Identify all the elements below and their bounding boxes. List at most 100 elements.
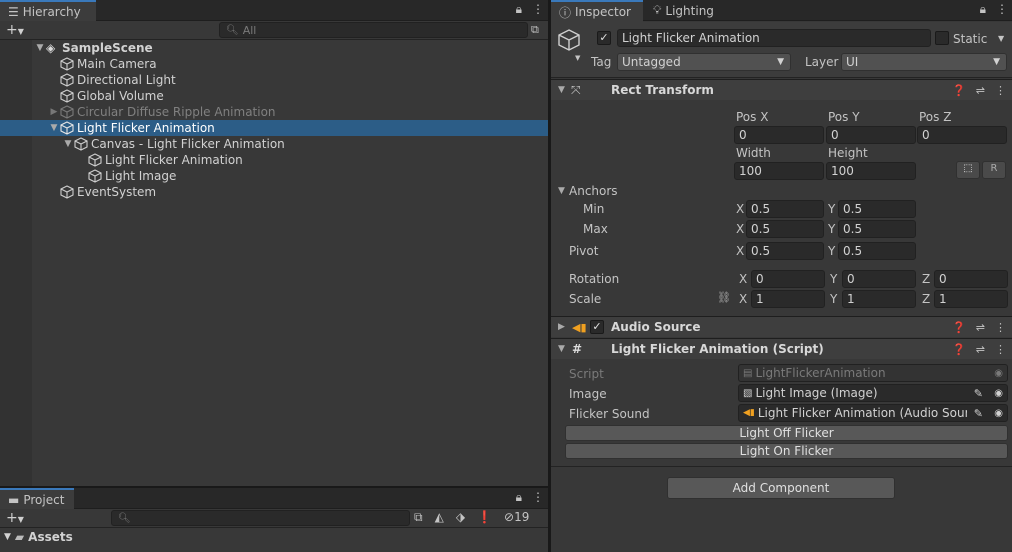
active-checkbox[interactable]: ✓	[597, 31, 611, 45]
light-on-flicker-button[interactable]: Light On Flicker	[565, 443, 1008, 459]
rotation-z-input[interactable]: 0	[934, 270, 1008, 288]
scene-search-icon[interactable]: ⧉	[531, 23, 539, 37]
y-axis-label: Y	[828, 222, 836, 236]
layer-dropdown[interactable]: UI ▼	[841, 53, 1007, 71]
tab-hierarchy[interactable]: ☰ Hierarchy	[0, 0, 96, 22]
rotation-y-input[interactable]: 0	[842, 270, 916, 288]
scale-y-input[interactable]: 1	[842, 290, 916, 308]
script-component-header[interactable]: ▼ # Light Flicker Animation (Script) ❓ ⇌…	[551, 338, 1012, 359]
hierarchy-item[interactable]: Directional Light	[0, 72, 548, 88]
object-picker-icon[interactable]: ◉	[994, 388, 1003, 399]
lock-icon[interactable]: 🔒︎	[516, 2, 522, 17]
tab-lighting[interactable]: 💡︎ Lighting	[645, 0, 722, 21]
width-input[interactable]: 100	[734, 162, 824, 180]
gameobject-large-icon[interactable]	[557, 28, 581, 52]
panel-splitter[interactable]	[548, 0, 551, 552]
preset-icon[interactable]: ⇌	[976, 84, 985, 97]
hierarchy-item[interactable]: Light Flicker Animation	[0, 152, 548, 168]
expand-arrow-icon[interactable]: ▼	[4, 532, 11, 542]
scale-z-input[interactable]: 1	[934, 290, 1008, 308]
pos-z-input[interactable]: 0	[917, 126, 1007, 144]
static-checkbox[interactable]	[935, 31, 949, 45]
scale-x-input[interactable]: 1	[751, 290, 825, 308]
hierarchy-item[interactable]: ▶ Circular Diffuse Ripple Animation	[0, 104, 548, 120]
add-icon[interactable]: +▼	[6, 22, 24, 38]
hierarchy-item[interactable]: Global Volume	[0, 88, 548, 104]
folder-icon: ▬	[8, 493, 20, 507]
hierarchy-item-selected[interactable]: ▼ Light Flicker Animation	[0, 120, 548, 136]
expand-arrow-icon[interactable]: ▼	[558, 186, 565, 196]
anchor-max-x-input[interactable]: 0.5	[746, 220, 824, 238]
help-icon[interactable]: ❓	[952, 343, 966, 356]
expand-arrow-icon[interactable]: ▼	[62, 139, 74, 149]
pivot-x-input[interactable]: 0.5	[746, 242, 824, 260]
tab-project[interactable]: ▬ Project	[0, 488, 74, 510]
tab-hierarchy-label: Hierarchy	[22, 5, 81, 19]
raw-edit-button[interactable]: R	[982, 161, 1006, 179]
warning-icon[interactable]: ❗	[477, 510, 492, 525]
hierarchy-item[interactable]: Main Camera	[0, 56, 548, 72]
edit-pencil-icon[interactable]: ✎	[974, 387, 983, 400]
more-menu-icon[interactable]: ⋮	[532, 2, 544, 17]
edit-pencil-icon[interactable]: ✎	[973, 406, 983, 420]
more-menu-icon[interactable]: ⋮	[995, 321, 1006, 334]
tag-dropdown[interactable]: Untagged ▼	[617, 53, 791, 71]
more-menu-icon[interactable]: ⋮	[995, 84, 1006, 97]
more-menu-icon[interactable]: ⋮	[532, 490, 544, 505]
panel-splitter[interactable]	[0, 486, 548, 488]
pivot-y-input[interactable]: 0.5	[838, 242, 916, 260]
filter-type-icon[interactable]: ◭	[435, 510, 444, 525]
gameobject-icon	[60, 105, 74, 119]
rotation-x-input[interactable]: 0	[751, 270, 825, 288]
blueprint-mode-button[interactable]: ⬚	[956, 161, 980, 179]
anchor-max-y-input[interactable]: 0.5	[838, 220, 916, 238]
assets-row[interactable]: ▼ ▰ Assets	[4, 530, 73, 544]
script-hash-icon: #	[572, 342, 583, 356]
lock-icon[interactable]: 🔒︎	[980, 2, 986, 17]
tab-inspector[interactable]: ⓘ Inspector	[551, 0, 643, 22]
project-panel: ▬ Project 🔒︎ ⋮ +▼ 🔍︎ ⧉ ◭ ⬗ ❗ ⊘19 ▼ ▰ Ass…	[0, 488, 548, 552]
expand-arrow-icon[interactable]: ▼	[48, 123, 60, 133]
hierarchy-item-label: Light Flicker Animation	[77, 121, 215, 135]
flicker-sound-object-field[interactable]: ◀▮ Light Flicker Animation (Audio Source…	[738, 404, 1008, 422]
audio-source-header[interactable]: ▶ ◀▮ ✓ Audio Source ❓ ⇌ ⋮	[551, 316, 1012, 337]
hierarchy-item-label: Canvas - Light Flicker Animation	[91, 137, 285, 151]
pos-x-input[interactable]: 0	[734, 126, 824, 144]
anchor-min-y-input[interactable]: 0.5	[838, 200, 916, 218]
preset-icon[interactable]: ⇌	[976, 343, 985, 356]
image-object-field[interactable]: ▧ Light Image (Image) ✎ ◉	[738, 384, 1008, 402]
project-search-input[interactable]: 🔍︎	[111, 510, 410, 526]
add-component-button[interactable]: Add Component	[667, 477, 895, 499]
expand-arrow-icon[interactable]: ▼	[558, 344, 565, 354]
more-menu-icon[interactable]: ⋮	[995, 343, 1006, 356]
add-icon[interactable]: +▼	[6, 510, 24, 526]
more-menu-icon[interactable]: ⋮	[996, 2, 1008, 17]
label-tag-icon[interactable]: ⬗	[456, 510, 465, 525]
light-off-flicker-button[interactable]: Light Off Flicker	[565, 425, 1008, 441]
hierarchy-item[interactable]: EventSystem	[0, 184, 548, 200]
hidden-packages-icon[interactable]: ⊘19	[504, 510, 529, 525]
expand-arrow-icon[interactable]: ▼	[558, 85, 565, 95]
expand-arrow-icon[interactable]: ▶	[558, 322, 565, 332]
constrain-proportions-icon[interactable]: ⛓︎	[717, 291, 731, 304]
expand-arrow-icon[interactable]: ▼	[34, 43, 46, 53]
search-by-type-icon[interactable]: ⧉	[414, 510, 423, 525]
help-icon[interactable]: ❓	[952, 321, 966, 334]
hierarchy-item[interactable]: Light Image	[0, 168, 548, 184]
chevron-down-icon[interactable]: ▼	[998, 34, 1004, 43]
anchor-min-x-input[interactable]: 0.5	[746, 200, 824, 218]
hierarchy-search-input[interactable]: 🔍︎ All	[219, 22, 528, 38]
lock-icon[interactable]: 🔒︎	[516, 490, 522, 505]
audio-source-enabled-checkbox[interactable]: ✓	[590, 320, 604, 334]
pos-y-input[interactable]: 0	[826, 126, 916, 144]
help-icon[interactable]: ❓	[952, 84, 966, 97]
scene-row[interactable]: ▼ ◈ SampleScene	[0, 40, 548, 56]
preset-icon[interactable]: ⇌	[976, 321, 985, 334]
search-icon: 🔍︎	[118, 512, 131, 524]
expand-arrow-icon[interactable]: ▶	[48, 107, 60, 117]
height-input[interactable]: 100	[826, 162, 916, 180]
rect-transform-header[interactable]: ▼ ⤧ Rect Transform ❓ ⇌ ⋮	[551, 79, 1012, 100]
object-picker-icon[interactable]: ◉	[994, 407, 1003, 419]
object-name-input[interactable]: Light Flicker Animation	[617, 29, 931, 47]
hierarchy-item[interactable]: ▼ Canvas - Light Flicker Animation	[0, 136, 548, 152]
